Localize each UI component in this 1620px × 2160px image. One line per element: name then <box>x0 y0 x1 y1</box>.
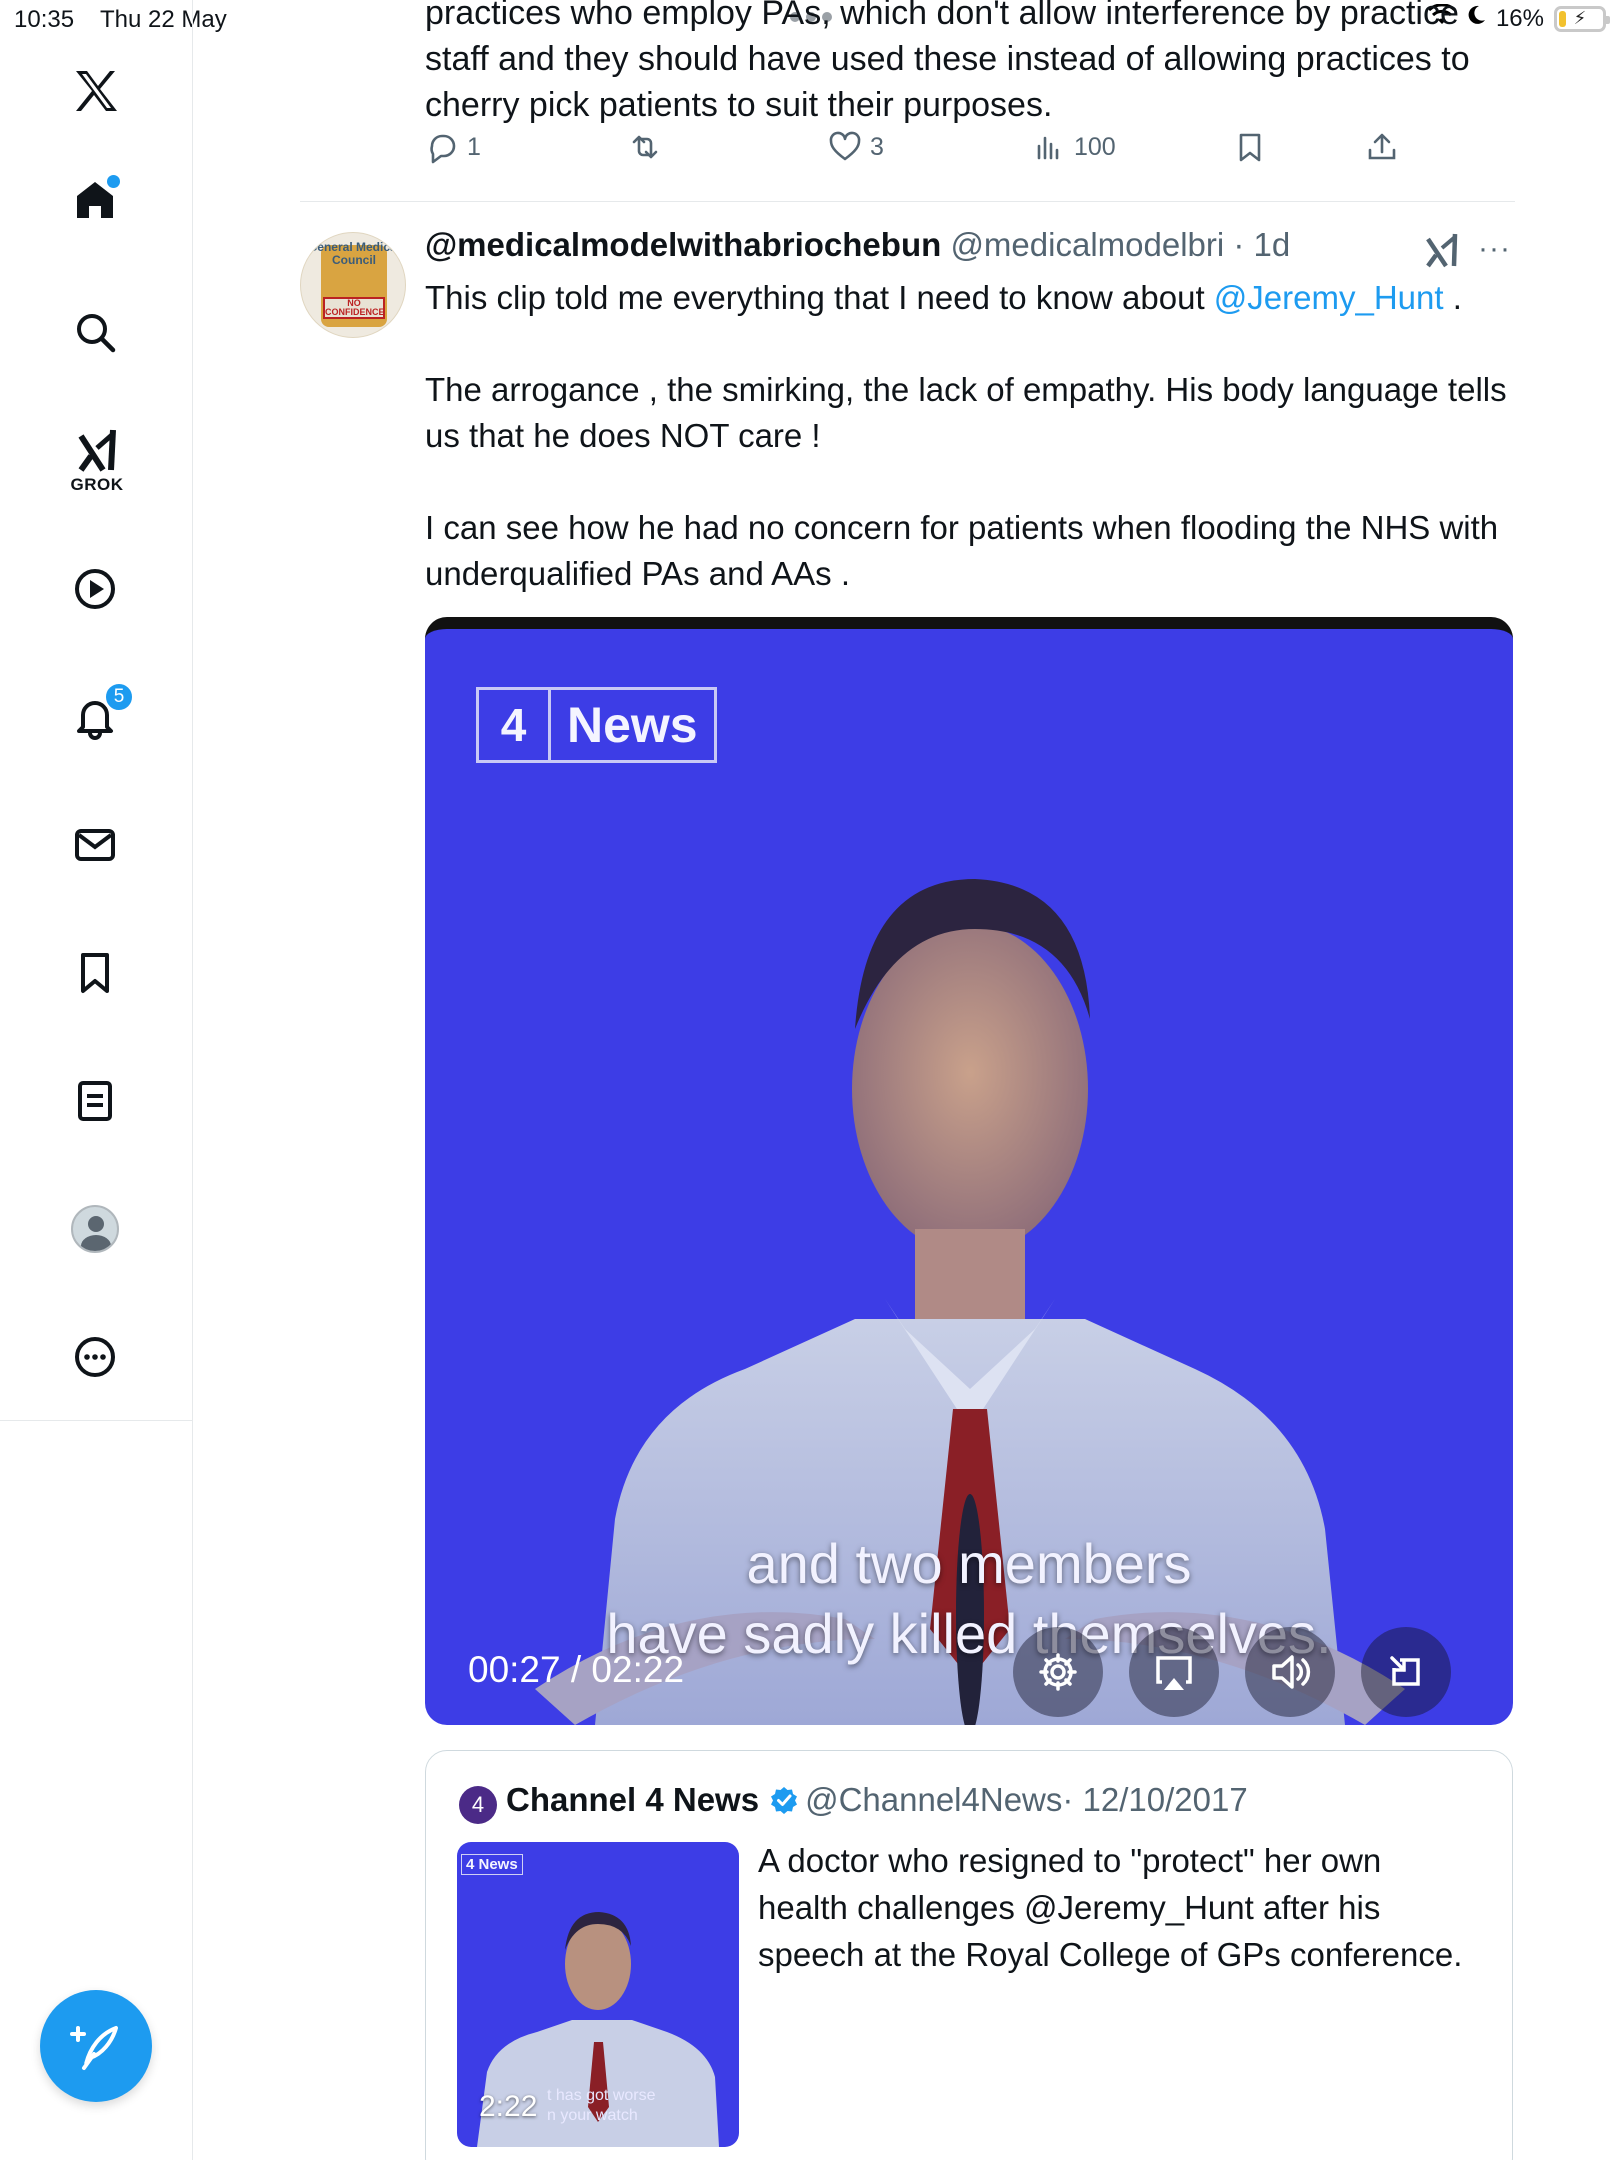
post-text: This clip told me everything that I need… <box>425 275 1515 597</box>
view-count: 100 <box>1074 132 1116 161</box>
post-divider <box>300 201 1515 202</box>
home-icon[interactable] <box>66 171 124 229</box>
share-icon <box>1368 133 1396 160</box>
sidebar-divider <box>0 1420 193 1421</box>
quoted-handle: @Channel4News <box>805 1781 1063 1818</box>
compose-button[interactable] <box>40 1990 152 2102</box>
grok-icon <box>78 429 116 472</box>
post-paragraph-3: I can see how he had no concern for pati… <box>425 509 1499 592</box>
previous-post-text: practices who employ PAs, which don't al… <box>425 0 1470 124</box>
views-icon <box>1037 136 1059 160</box>
post-paragraph-1: This clip told me everything that I need… <box>425 279 1462 316</box>
grok-label: GROK <box>70 475 124 494</box>
post-handle[interactable]: @medicalmodelbri <box>950 226 1224 263</box>
sidebar: GROK 5 <box>0 0 193 2160</box>
grok-icon <box>1426 233 1458 268</box>
battery-level <box>1559 10 1567 27</box>
grok-explain-button[interactable] <box>1422 230 1462 270</box>
battery-icon: ⚡ <box>1554 5 1610 32</box>
notifications-icon[interactable]: 5 <box>66 682 134 746</box>
profile-icon[interactable] <box>66 1200 124 1258</box>
quoted-post[interactable]: 4 Channel 4 News @Channel4News· 12/10/201… <box>425 1750 1513 2160</box>
settings-icon <box>1039 1653 1077 1691</box>
quoted-post-header: Channel 4 News @Channel4News· 12/10/2017 <box>506 1781 1248 1823</box>
thumbnail-subtitle: t has got worse n your watch <box>547 2087 656 2124</box>
quoted-display-name: Channel 4 News <box>506 1781 760 1818</box>
quoted-post-text: A doctor who resigned to "protect" her o… <box>758 1842 1463 1973</box>
mention-link[interactable]: @Jeremy_Hunt <box>1214 279 1444 316</box>
home-unread-dot <box>107 175 120 188</box>
avatar-sign: NO CONFIDENCE <box>323 297 385 319</box>
lists-icon[interactable] <box>66 1072 124 1130</box>
like-button[interactable]: 3 <box>828 130 884 164</box>
avatar <box>71 1205 119 1253</box>
messages-icon[interactable] <box>66 816 124 874</box>
quoted-avatar: 4 <box>459 1786 497 1824</box>
post-display-name[interactable]: @medicalmodelwithabriochebun <box>425 226 941 263</box>
video-duration: 2:22 <box>479 2090 538 2123</box>
reply-count: 1 <box>467 132 481 161</box>
airplay-button[interactable] <box>1129 1627 1219 1717</box>
exit-fullscreen-icon <box>1390 1656 1420 1686</box>
previous-post-actions: 1 3 100 <box>425 130 1435 178</box>
quoted-video-thumbnail[interactable]: 4 News t has got worse n your watch 2:22 <box>457 1842 739 2147</box>
thumbnail-logo: 4 News <box>461 1854 523 1875</box>
airplay-icon <box>1156 1656 1192 1690</box>
video-settings-button[interactable] <box>1013 1627 1103 1717</box>
views-button[interactable]: 100 <box>1032 130 1116 164</box>
post-paragraph-2: The arrogance , the smirking, the lack o… <box>425 371 1507 454</box>
grok-nav-item[interactable]: GROK <box>62 426 132 502</box>
volume-icon <box>1272 1655 1311 1689</box>
reply-button[interactable]: 1 <box>425 130 481 164</box>
heart-icon <box>829 131 861 161</box>
bookmark-button[interactable] <box>1233 130 1267 164</box>
verified-badge-icon <box>769 1785 799 1823</box>
share-button[interactable] <box>1365 130 1399 164</box>
more-icon[interactable] <box>66 1328 124 1386</box>
volume-button[interactable] <box>1245 1627 1335 1717</box>
search-icon[interactable] <box>66 303 124 361</box>
repost-icon <box>632 135 658 159</box>
video-subtitle-line-1: and two members <box>746 1532 1192 1595</box>
exit-fullscreen-button[interactable] <box>1361 1627 1451 1717</box>
video-player[interactable]: 4 News and two members have sadly killed… <box>425 617 1513 1725</box>
like-count: 3 <box>870 132 884 161</box>
compose-icon <box>70 2026 118 2070</box>
post-time[interactable]: · 1d <box>1233 226 1290 263</box>
post-avatar[interactable]: General Medical Council NO CONFIDENCE <box>300 232 406 338</box>
bookmark-icon <box>1239 133 1261 162</box>
video-time: 00:27 / 02:22 <box>468 1649 685 1690</box>
video-icon[interactable] <box>66 560 124 618</box>
x-logo-icon[interactable] <box>66 62 124 120</box>
reply-icon <box>430 134 456 164</box>
avatar-text: General Medical Council <box>307 240 401 267</box>
repost-button[interactable] <box>628 130 670 164</box>
notification-badge: 5 <box>104 682 134 712</box>
channel4-news-logo: 4 News <box>476 687 717 763</box>
more-options-button[interactable]: ··· <box>1478 232 1511 266</box>
post-header: @medicalmodelwithabriochebun @medicalmod… <box>425 226 1290 264</box>
bookmarks-icon[interactable] <box>66 944 124 1002</box>
quoted-date: · 12/10/2017 <box>1062 1781 1248 1818</box>
